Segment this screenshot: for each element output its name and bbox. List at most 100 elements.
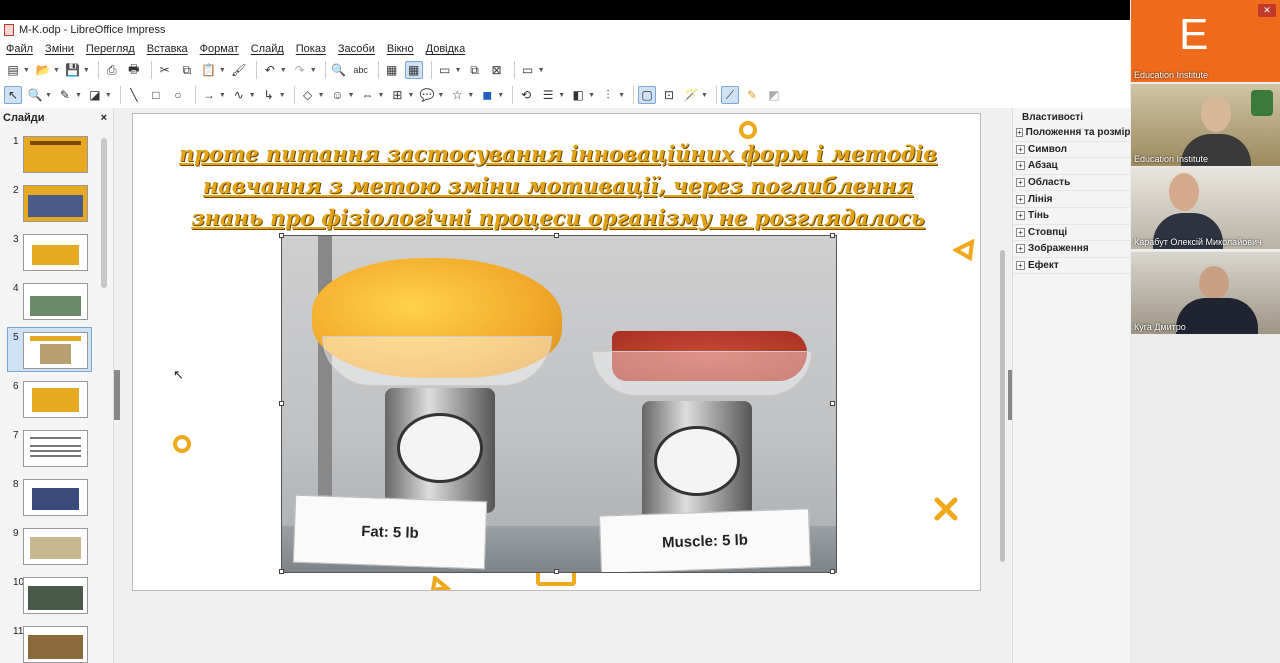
arrow-dropdown-icon[interactable]: ▼: [219, 92, 226, 99]
expand-icon[interactable]: +: [1016, 244, 1025, 254]
redo-icon[interactable]: ↷: [291, 61, 309, 79]
slide-thumb-7[interactable]: 7: [0, 424, 100, 473]
points-icon[interactable]: ⟋: [720, 86, 739, 104]
resize-handle[interactable]: [830, 233, 835, 238]
resize-handle[interactable]: [279, 569, 284, 574]
section-line[interactable]: + Лінія: [1013, 191, 1130, 208]
line-icon[interactable]: ╲: [125, 86, 143, 104]
connector-dropdown-icon[interactable]: ▼: [279, 92, 286, 99]
block-arrows-icon[interactable]: ⇔: [359, 86, 377, 104]
section-character[interactable]: + Символ: [1013, 142, 1130, 159]
slide-thumb-10[interactable]: 10: [0, 571, 100, 620]
close-icon[interactable]: ×: [101, 112, 107, 124]
arrange-dropdown-icon[interactable]: ▼: [588, 92, 595, 99]
redo-dropdown-icon[interactable]: ▼: [310, 67, 317, 74]
rectangle-icon[interactable]: □: [147, 86, 165, 104]
menu-slide[interactable]: Слайд: [251, 43, 284, 55]
print-icon[interactable]: 🖶: [125, 61, 143, 79]
block-arrows-dropdown-icon[interactable]: ▼: [378, 92, 385, 99]
rotate-icon[interactable]: ⟲: [517, 86, 535, 104]
open-folder-icon[interactable]: 📂: [34, 61, 52, 79]
expand-icon[interactable]: +: [1016, 227, 1025, 237]
ellipse-icon[interactable]: ○: [169, 86, 187, 104]
crop-icon[interactable]: ⊡: [660, 86, 678, 104]
resize-handle[interactable]: [279, 401, 284, 406]
save-icon[interactable]: 💾: [64, 61, 82, 79]
flowchart-dropdown-icon[interactable]: ▼: [407, 92, 414, 99]
section-area[interactable]: + Область: [1013, 175, 1130, 192]
find-replace-icon[interactable]: 🔍: [330, 61, 348, 79]
slide-thumb-11[interactable]: 11: [0, 620, 100, 663]
slide-thumb-5[interactable]: 5: [0, 326, 100, 375]
menu-view[interactable]: Перегляд: [86, 43, 135, 55]
section-image[interactable]: + Зображення: [1013, 241, 1130, 258]
display-views-dropdown-icon[interactable]: ▼: [455, 67, 462, 74]
zoom-dropdown-icon[interactable]: ▼: [45, 92, 52, 99]
section-position-size[interactable]: + Положення та розмір: [1013, 125, 1130, 142]
spelling-icon[interactable]: abc: [352, 61, 370, 79]
participant-tile-video-2[interactable]: Карабут Олексій Миколайович: [1131, 167, 1280, 249]
resize-handle[interactable]: [830, 401, 835, 406]
stars-icon[interactable]: ☆: [448, 86, 466, 104]
menu-edit[interactable]: Зміни: [45, 43, 74, 55]
align-icon[interactable]: ☰: [539, 86, 557, 104]
zoom-icon[interactable]: 🔍: [26, 86, 44, 104]
curve-dropdown-icon[interactable]: ▼: [249, 92, 256, 99]
connector-icon[interactable]: ↳: [260, 86, 278, 104]
save-dropdown-icon[interactable]: ▼: [83, 67, 90, 74]
basic-shapes-dropdown-icon[interactable]: ▼: [318, 92, 325, 99]
menu-slideshow[interactable]: Показ: [296, 43, 326, 55]
fill-color-dropdown-icon[interactable]: ▼: [105, 92, 112, 99]
menu-window[interactable]: Вікно: [387, 43, 414, 55]
undo-dropdown-icon[interactable]: ▼: [280, 67, 287, 74]
align-dropdown-icon[interactable]: ▼: [558, 92, 565, 99]
slides-scrollbar[interactable]: [101, 138, 107, 288]
resize-handle[interactable]: [279, 233, 284, 238]
expand-icon[interactable]: +: [1016, 261, 1025, 271]
resize-handle[interactable]: [554, 233, 559, 238]
slide-thumb-4[interactable]: 4: [0, 277, 100, 326]
callouts-dropdown-icon[interactable]: ▼: [437, 92, 444, 99]
participant-tile-education-institute[interactable]: E ✕ Education Institute: [1131, 0, 1280, 82]
resize-handle[interactable]: [830, 569, 835, 574]
participant-tile-video-1[interactable]: Education Institute: [1131, 84, 1280, 166]
new-slide-icon[interactable]: ⧉: [466, 61, 484, 79]
callouts-icon[interactable]: 💬: [418, 86, 436, 104]
expand-icon[interactable]: +: [1016, 178, 1025, 188]
delete-slide-icon[interactable]: ⊠: [488, 61, 506, 79]
canvas-vertical-scrollbar[interactable]: [1000, 250, 1005, 562]
expand-icon[interactable]: +: [1016, 161, 1025, 171]
line-color-icon[interactable]: ✎: [56, 86, 74, 104]
filter-dropdown-icon[interactable]: ▼: [701, 92, 708, 99]
3d-objects-dropdown-icon[interactable]: ▼: [497, 92, 504, 99]
arrow-line-icon[interactable]: →: [200, 86, 218, 104]
slide-thumb-8[interactable]: 8: [0, 473, 100, 522]
3d-objects-icon[interactable]: ◼: [478, 86, 496, 104]
export-pdf-icon[interactable]: ⎙: [103, 61, 121, 79]
grid-icon[interactable]: ▦: [383, 61, 401, 79]
expand-icon[interactable]: +: [1016, 144, 1025, 154]
shadow-icon[interactable]: ▢: [638, 86, 656, 104]
expand-icon[interactable]: +: [1016, 194, 1025, 204]
distribute-dropdown-icon[interactable]: ▼: [618, 92, 625, 99]
close-icon[interactable]: ✕: [1258, 4, 1276, 17]
expand-icon[interactable]: +: [1016, 128, 1023, 138]
line-color-dropdown-icon[interactable]: ▼: [75, 92, 82, 99]
left-pane-collapse-handle[interactable]: [114, 370, 120, 420]
slide-thumb-2[interactable]: 2: [0, 179, 100, 228]
basic-shapes-icon[interactable]: ◇: [299, 86, 317, 104]
expand-icon[interactable]: +: [1016, 211, 1025, 221]
copy-icon[interactable]: ⧉: [178, 61, 196, 79]
new-dropdown-icon[interactable]: ▼: [23, 67, 30, 74]
flowchart-icon[interactable]: ⊞: [388, 86, 406, 104]
display-views-icon[interactable]: ▭: [436, 61, 454, 79]
toggle-extrusion-icon[interactable]: ◩: [765, 86, 783, 104]
menu-insert[interactable]: Вставка: [147, 43, 188, 55]
symbol-shapes-dropdown-icon[interactable]: ▼: [348, 92, 355, 99]
paste-dropdown-icon[interactable]: ▼: [219, 67, 226, 74]
section-effect[interactable]: + Ефект: [1013, 258, 1130, 275]
open-dropdown-icon[interactable]: ▼: [53, 67, 60, 74]
slide-canvas[interactable]: проте питання застосування інноваційних …: [132, 113, 981, 591]
fill-color-icon[interactable]: ◪: [86, 86, 104, 104]
section-columns[interactable]: + Стовпці: [1013, 225, 1130, 242]
